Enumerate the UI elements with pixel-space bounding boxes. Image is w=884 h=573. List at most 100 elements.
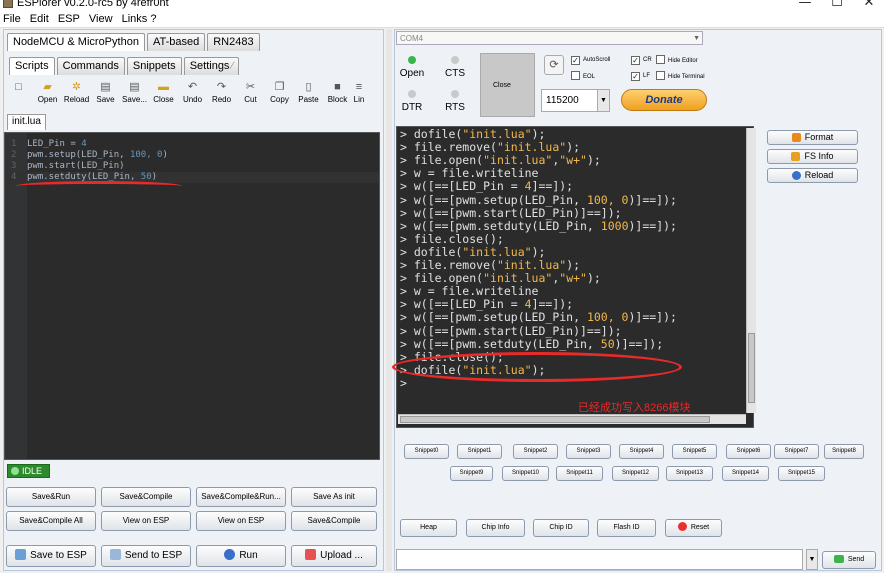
lf-checkbox[interactable]: ✓ LF xyxy=(631,71,650,81)
open-led-icon xyxy=(408,56,416,64)
close-window-button[interactable]: ✕ xyxy=(854,0,884,10)
snippet-button-4[interactable]: Snippet4 xyxy=(619,444,664,459)
baud-rate-select[interactable]: 115200 ▼ xyxy=(541,89,610,112)
redo-button[interactable]: ↷ Redo xyxy=(207,79,236,109)
snippet-button-15[interactable]: Snippet15 xyxy=(778,466,825,481)
terminal-segment: > w([==[LED_Pin = xyxy=(400,297,525,312)
send-button[interactable]: Send xyxy=(822,551,876,569)
menu-links[interactable]: Links ? xyxy=(119,11,160,28)
snippet-button-12[interactable]: Snippet12 xyxy=(612,466,659,481)
tab-commands[interactable]: Commands xyxy=(56,57,125,75)
terminal-output[interactable]: > dofile("init.lua"); > file.remove("init… xyxy=(396,126,754,428)
history-dropdown-icon[interactable]: ▼ xyxy=(806,549,818,570)
new-file-button[interactable]: □ xyxy=(4,79,33,109)
reload-icon xyxy=(791,171,801,180)
file-tab-init-lua[interactable]: init.lua xyxy=(7,114,46,130)
terminal-vertical-scrollbar[interactable] xyxy=(746,128,756,413)
snippet-button-9[interactable]: Snippet9 xyxy=(450,466,493,481)
tab-scripts[interactable]: Scripts xyxy=(9,57,55,75)
view-on-esp-button-2[interactable]: View on ESP xyxy=(196,511,286,531)
save-to-esp-button[interactable]: Save to ESP xyxy=(6,545,96,567)
chip-id-button[interactable]: Chip ID xyxy=(533,519,589,537)
terminal-segment: > w = file.writeline xyxy=(400,284,539,299)
menu-file[interactable]: File xyxy=(0,11,24,28)
dtr-button[interactable]: DTR xyxy=(398,90,426,113)
menu-esp[interactable]: ESP xyxy=(55,11,83,28)
format-button[interactable]: Format xyxy=(767,130,858,145)
minimize-button[interactable]: — xyxy=(790,0,820,10)
tab-nodemcu[interactable]: NodeMCU & MicroPython xyxy=(7,33,145,51)
save-button[interactable]: ▤ Save xyxy=(91,79,120,109)
send-to-esp-button[interactable]: Send to ESP xyxy=(101,545,191,567)
hide-terminal-checkbox[interactable]: Hide Terminal xyxy=(656,71,705,82)
save-as-init-button[interactable]: Save As init xyxy=(291,487,377,507)
paste-button[interactable]: ▯ Paste xyxy=(294,79,323,109)
heap-button[interactable]: Heap xyxy=(400,519,457,537)
snippet-button-1[interactable]: Snippet1 xyxy=(457,444,502,459)
save-compile-button-2[interactable]: Save&Compile xyxy=(291,511,377,531)
save-compile-run-button[interactable]: Save&Compile&Run... xyxy=(196,487,286,507)
paste-icon: ▯ xyxy=(305,81,312,93)
tab-snippets[interactable]: Snippets xyxy=(126,57,182,75)
flash-id-button[interactable]: Flash ID xyxy=(597,519,656,537)
snippet-button-6[interactable]: Snippet6 xyxy=(726,444,771,459)
terminal-segment: > dofile( xyxy=(400,127,463,141)
undo-button[interactable]: ↶ Undo xyxy=(178,79,207,109)
refresh-ports-icon[interactable]: ⟳ xyxy=(544,55,564,75)
scrollbar-thumb[interactable] xyxy=(400,416,710,423)
port-select[interactable]: COM4 ▼ xyxy=(396,31,703,45)
autoscroll-checkbox[interactable]: ✓ AutoScroll xyxy=(571,55,610,65)
eol-checkbox[interactable]: EOL xyxy=(571,71,595,82)
block-button[interactable]: ■ Block xyxy=(323,79,352,109)
tab-settings[interactable]: Settings ⁄ xyxy=(183,57,240,75)
rts-button[interactable]: RTS xyxy=(441,90,469,113)
fs-info-button[interactable]: FS Info xyxy=(767,149,858,164)
hide-editor-checkbox[interactable]: Hide Editor xyxy=(656,55,698,66)
cr-checkbox[interactable]: ✓ CR xyxy=(631,55,652,65)
terminal-horizontal-scrollbar[interactable] xyxy=(398,414,746,424)
menu-edit[interactable]: Edit xyxy=(27,11,52,28)
donate-button[interactable]: Donate xyxy=(621,89,707,111)
snippet-button-10[interactable]: Snippet10 xyxy=(502,466,549,481)
save-as-button[interactable]: ▤ Save... xyxy=(120,79,149,109)
run-icon xyxy=(224,549,236,560)
split-divider[interactable] xyxy=(386,29,392,571)
scrollbar-thumb[interactable] xyxy=(748,333,755,403)
snippet-button-3[interactable]: Snippet3 xyxy=(566,444,611,459)
save-run-button[interactable]: Save&Run xyxy=(6,487,96,507)
code-line: 2 pwm.setup(LED_Pin, 100, 0) xyxy=(11,150,168,160)
command-input[interactable] xyxy=(396,549,803,570)
close-port-button[interactable]: Close xyxy=(480,53,535,117)
line-button[interactable]: ≡ Lin xyxy=(352,79,366,109)
snippet-button-2[interactable]: Snippet2 xyxy=(513,444,558,459)
snippet-button-8[interactable]: Snippet8 xyxy=(824,444,864,459)
save-compile-all-button[interactable]: Save&Compile All xyxy=(6,511,96,531)
terminal-segment: > file.remove( xyxy=(400,140,497,155)
open-button[interactable]: ▰ Open xyxy=(33,79,62,109)
tab-at-based[interactable]: AT-based xyxy=(146,33,206,51)
snippet-button-0[interactable]: Snippet0 xyxy=(404,444,449,459)
snippet-button-5[interactable]: Snippet5 xyxy=(672,444,717,459)
run-button[interactable]: Run xyxy=(196,545,286,567)
copy-button[interactable]: ❐ Copy xyxy=(265,79,294,109)
cut-button[interactable]: ✂ Cut xyxy=(236,79,265,109)
tab-rn2483[interactable]: RN2483 xyxy=(207,33,260,51)
snippet-button-13[interactable]: Snippet13 xyxy=(666,466,713,481)
open-port-button[interactable]: Open xyxy=(398,56,426,79)
upload-button[interactable]: Upload ... xyxy=(291,545,377,567)
snippet-button-7[interactable]: Snippet7 xyxy=(774,444,819,459)
menu-view[interactable]: View xyxy=(86,11,116,28)
terminal-segment: > w([==[LED_Pin = xyxy=(400,179,525,194)
close-file-button[interactable]: ▬ Close xyxy=(149,79,178,109)
view-on-esp-button[interactable]: View on ESP xyxy=(101,511,191,531)
maximize-button[interactable]: ☐ xyxy=(822,0,852,10)
snippet-button-14[interactable]: Snippet14 xyxy=(722,466,769,481)
window-title: ESPlorer v0.2.0-rc5 by 4refr0nt xyxy=(17,0,169,9)
save-compile-button[interactable]: Save&Compile xyxy=(101,487,191,507)
terminal-line: > w([==[LED_Pin = 4]==]); xyxy=(400,180,573,193)
reset-button[interactable]: Reset xyxy=(665,519,722,537)
reload-button[interactable]: ✲ Reload xyxy=(62,79,91,109)
snippet-button-11[interactable]: Snippet11 xyxy=(556,466,603,481)
reload-files-button[interactable]: Reload xyxy=(767,168,858,183)
chip-info-button[interactable]: Chip Info xyxy=(466,519,525,537)
